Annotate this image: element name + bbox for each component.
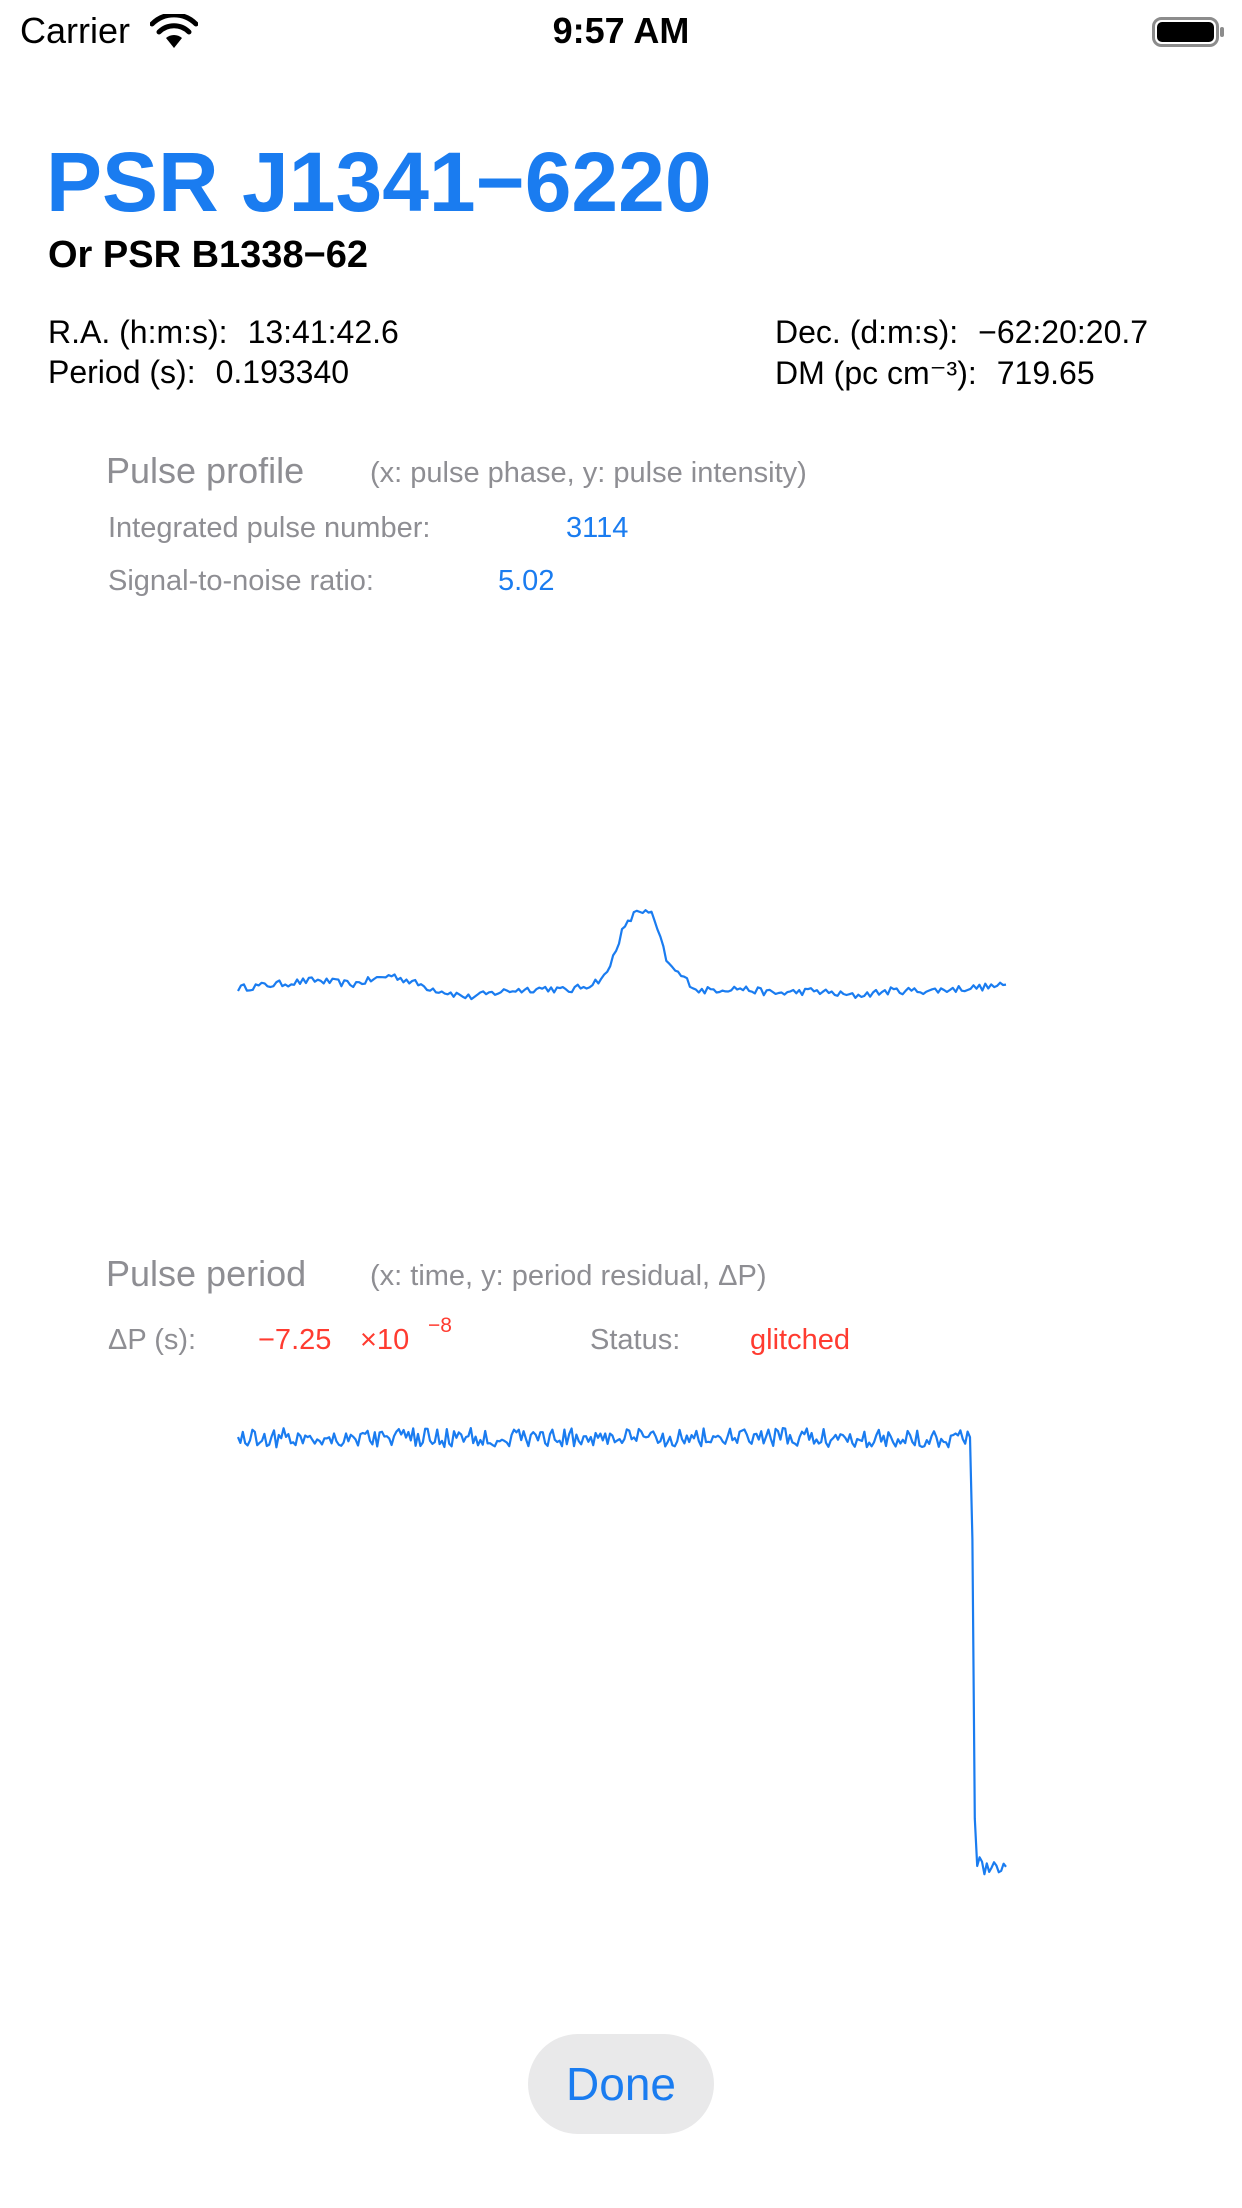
pulse-period-title: Pulse period	[106, 1253, 307, 1294]
pulse-profile-series	[237, 909, 1007, 1001]
dm-row: DM (pc cm⁻³): 719.65	[775, 354, 1095, 392]
ra-value: 13:41:42.6	[247, 314, 399, 350]
ra-label: R.A. (h:m:s):	[48, 314, 228, 350]
pulse-period-chart	[236, 1427, 1007, 1876]
status-value: glitched	[750, 1324, 850, 1356]
pulse-period-hint: (x: time, y: period residual, ΔP)	[370, 1260, 767, 1292]
pulsar-alt-name: Or PSR B1338−62	[48, 234, 369, 276]
delta-p-label: ΔP (s):	[108, 1324, 197, 1356]
dm-label: DM (pc cm⁻³):	[775, 355, 977, 391]
period-value: 0.193340	[215, 354, 350, 390]
snr-value: 5.02	[498, 565, 555, 597]
clock-time: 9:57 AM	[552, 10, 690, 51]
dm-value: 719.65	[996, 355, 1095, 391]
ra-row: R.A. (h:m:s): 13:41:42.6	[48, 314, 399, 351]
pulse-profile-chart	[237, 909, 1007, 1001]
pulse-period-series	[236, 1427, 1007, 1876]
battery-full-icon	[1152, 17, 1224, 47]
dec-label: Dec. (d:m:s):	[775, 314, 959, 350]
integrated-pulse-label: Integrated pulse number:	[108, 512, 431, 544]
pulsar-title: PSR J1341−6220	[46, 135, 712, 229]
delta-p-times-ten: ×10	[360, 1324, 410, 1356]
period-label: Period (s):	[48, 354, 196, 390]
done-button[interactable]: Done	[528, 2034, 714, 2134]
period-row: Period (s): 0.193340	[48, 354, 349, 391]
dec-value: −62:20:20.7	[978, 314, 1149, 350]
delta-p-exponent: −8	[428, 1314, 452, 1337]
pulse-profile-title: Pulse profile	[106, 450, 305, 491]
status-label: Status:	[590, 1324, 681, 1356]
snr-label: Signal-to-noise ratio:	[108, 565, 374, 597]
integrated-pulse-value: 3114	[566, 512, 629, 544]
dec-row: Dec. (d:m:s): −62:20:20.7	[775, 314, 1148, 351]
delta-p-mantissa: −7.25	[258, 1324, 332, 1356]
pulse-profile-hint: (x: pulse phase, y: pulse intensity)	[370, 457, 807, 489]
